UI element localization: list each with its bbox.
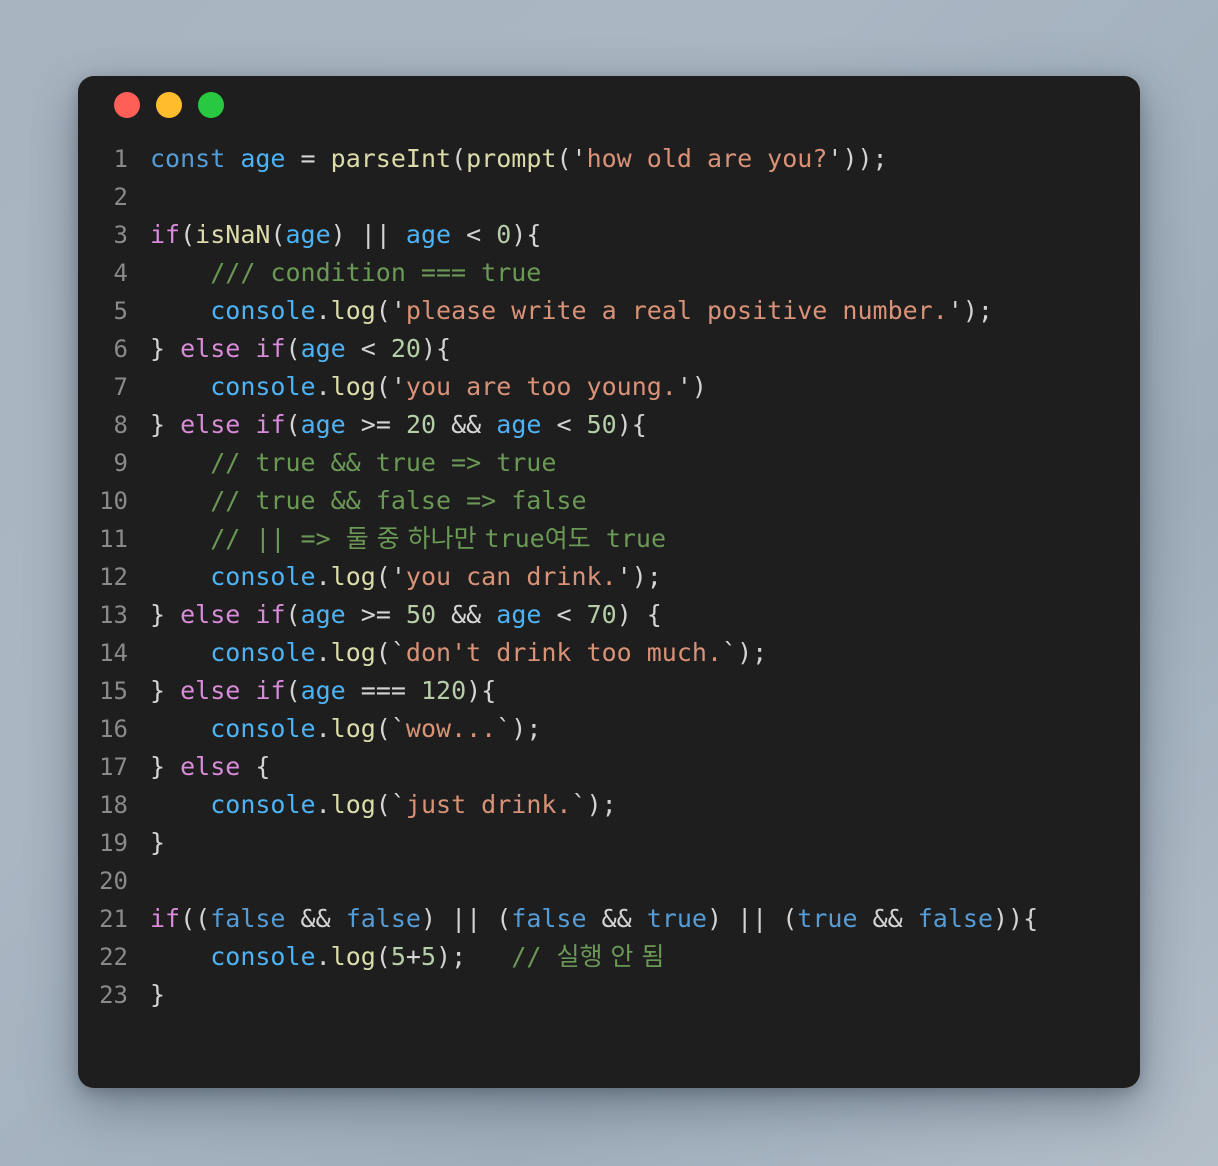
code-line: 2 <box>78 178 1140 216</box>
line-number: 8 <box>113 411 128 439</box>
line-content[interactable]: console.log(5+5); // 실행 안 됨 <box>150 938 664 976</box>
line-content[interactable]: } else { <box>150 748 270 786</box>
code-line: 4 /// condition === true <box>78 254 1140 292</box>
line-content[interactable]: // true && false => false <box>150 482 586 520</box>
line-number: 17 <box>99 753 128 781</box>
line-number: 20 <box>99 867 128 895</box>
line-number: 6 <box>113 335 128 363</box>
code-editor[interactable]: 1 const age = parseInt(prompt('how old a… <box>78 134 1140 1014</box>
code-line: 6 } else if(age < 20){ <box>78 330 1140 368</box>
line-content[interactable]: // true && true => true <box>150 444 556 482</box>
line-content[interactable]: console.log(`wow...`); <box>150 710 541 748</box>
code-line: 5 console.log('please write a real posit… <box>78 292 1140 330</box>
line-content[interactable]: if((false && false) || (false && true) |… <box>150 900 1038 938</box>
line-content[interactable]: } else if(age >= 50 && age < 70) { <box>150 596 662 634</box>
line-number: 14 <box>99 639 128 667</box>
line-number: 1 <box>113 145 128 173</box>
line-content[interactable]: /// condition === true <box>150 254 541 292</box>
line-number: 12 <box>99 563 128 591</box>
line-number: 13 <box>99 601 128 629</box>
line-number: 18 <box>99 791 128 819</box>
code-line: 8 } else if(age >= 20 && age < 50){ <box>78 406 1140 444</box>
line-number: 15 <box>99 677 128 705</box>
line-number: 9 <box>113 449 128 477</box>
window-titlebar <box>78 76 1140 134</box>
line-content[interactable]: if(isNaN(age) || age < 0){ <box>150 216 541 254</box>
line-number: 10 <box>99 487 128 515</box>
line-number: 4 <box>113 259 128 287</box>
line-number: 3 <box>113 221 128 249</box>
line-content[interactable]: } else if(age >= 20 && age < 50){ <box>150 406 647 444</box>
line-content[interactable]: console.log('you are too young.') <box>150 368 707 406</box>
line-content[interactable]: console.log('please write a real positiv… <box>150 292 993 330</box>
code-line: 14 console.log(`don't drink too much.`); <box>78 634 1140 672</box>
code-line: 15 } else if(age === 120){ <box>78 672 1140 710</box>
code-line: 20 <box>78 862 1140 900</box>
code-line: 22 console.log(5+5); // 실행 안 됨 <box>78 938 1140 976</box>
line-number: 11 <box>99 525 128 553</box>
code-line: 19 } <box>78 824 1140 862</box>
line-content[interactable]: } else if(age < 20){ <box>150 330 451 368</box>
code-line: 3 if(isNaN(age) || age < 0){ <box>78 216 1140 254</box>
code-line: 12 console.log('you can drink.'); <box>78 558 1140 596</box>
line-content[interactable]: const age = parseInt(prompt('how old are… <box>150 140 888 178</box>
code-line: 10 // true && false => false <box>78 482 1140 520</box>
line-number: 22 <box>99 943 128 971</box>
line-content[interactable]: console.log(`just drink.`); <box>150 786 616 824</box>
maximize-button[interactable] <box>198 92 224 118</box>
line-number: 5 <box>113 297 128 325</box>
code-line: 1 const age = parseInt(prompt('how old a… <box>78 140 1140 178</box>
close-button[interactable] <box>114 92 140 118</box>
line-content[interactable]: // || => 둘 중 하나만 true여도 true <box>150 520 666 558</box>
code-line: 13 } else if(age >= 50 && age < 70) { <box>78 596 1140 634</box>
line-content[interactable]: } <box>150 976 165 1014</box>
code-line: 9 // true && true => true <box>78 444 1140 482</box>
line-content[interactable]: } <box>150 824 165 862</box>
line-number: 19 <box>99 829 128 857</box>
line-number: 2 <box>113 183 128 211</box>
code-line: 17 } else { <box>78 748 1140 786</box>
line-number: 7 <box>113 373 128 401</box>
code-line: 18 console.log(`just drink.`); <box>78 786 1140 824</box>
code-snippet-window: 1 const age = parseInt(prompt('how old a… <box>78 76 1140 1088</box>
code-line: 16 console.log(`wow...`); <box>78 710 1140 748</box>
line-content[interactable]: console.log('you can drink.'); <box>150 558 662 596</box>
code-line: 23 } <box>78 976 1140 1014</box>
code-line: 21 if((false && false) || (false && true… <box>78 900 1140 938</box>
line-number: 21 <box>99 905 128 933</box>
line-content[interactable]: console.log(`don't drink too much.`); <box>150 634 767 672</box>
line-number: 23 <box>99 981 128 1009</box>
code-line: 11 // || => 둘 중 하나만 true여도 true <box>78 520 1140 558</box>
code-line: 7 console.log('you are too young.') <box>78 368 1140 406</box>
minimize-button[interactable] <box>156 92 182 118</box>
line-number: 16 <box>99 715 128 743</box>
line-content[interactable]: } else if(age === 120){ <box>150 672 496 710</box>
